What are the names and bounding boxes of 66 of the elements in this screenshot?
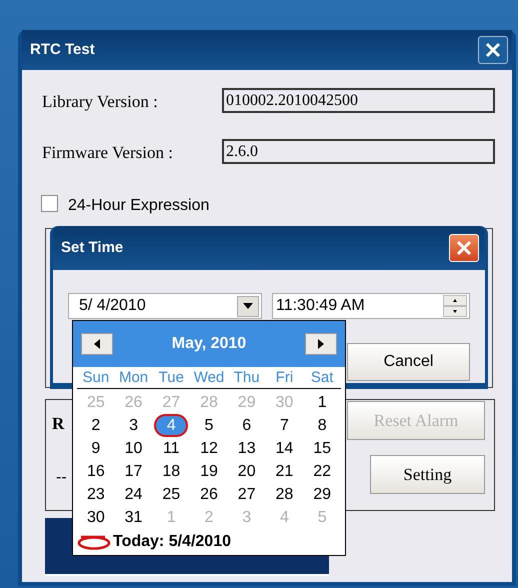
checkbox-label: 24-Hour Expression (68, 196, 210, 216)
window-title: RTC Test (30, 40, 95, 60)
date-value: 5/ 4/2010 (79, 296, 146, 316)
button[interactable]: Setting (370, 455, 485, 494)
calendar-day[interactable]: 10 (122, 439, 144, 458)
date-picker[interactable]: 5/ 4/2010 (68, 293, 262, 319)
next-month-button[interactable] (304, 333, 337, 355)
weekday-label: Thu (232, 368, 261, 388)
today-marker-icon (77, 534, 111, 550)
weekday-label: Sun (82, 368, 110, 388)
alarm-value: -- (56, 468, 67, 488)
calendar-day[interactable]: 18 (160, 462, 182, 481)
group-label: R (52, 413, 64, 435)
month-title: May, 2010 (172, 334, 246, 354)
close-icon (485, 42, 501, 58)
calendar-day[interactable]: 2 (89, 416, 102, 435)
calendar-day[interactable]: 13 (236, 439, 258, 458)
close-button[interactable] (449, 234, 479, 262)
cancel-button[interactable]: Cancel (347, 343, 470, 381)
calendar-day[interactable]: 16 (84, 462, 107, 481)
calendar-day[interactable]: 11 (160, 439, 182, 458)
calendar-day[interactable]: 24 (122, 485, 144, 504)
calendar-day[interactable]: 22 (311, 462, 334, 481)
weekday-label: Sat (310, 368, 334, 388)
left-arrow-icon (94, 339, 100, 349)
calendar-day[interactable]: 21 (274, 462, 296, 481)
calendar-day[interactable]: 5 (202, 416, 216, 435)
time-field[interactable]: 11:30:49 AM (272, 293, 470, 319)
calendar-day[interactable]: 28 (274, 485, 296, 504)
calendar-day[interactable]: 14 (274, 439, 296, 458)
today-link[interactable]: Today: 5/4/2010 (113, 530, 231, 554)
calendar-day[interactable]: 30 (84, 508, 107, 527)
weekday-label: Tue (158, 368, 185, 388)
calendar-day[interactable]: 26 (198, 485, 220, 504)
close-icon (456, 240, 472, 256)
calendar-day[interactable]: 19 (198, 462, 220, 481)
calendar-day[interactable]: 7 (278, 416, 291, 435)
calendar-day[interactable]: 8 (316, 416, 329, 435)
calendar-day[interactable]: 3 (127, 416, 140, 435)
read-only-field: 2.6.0 (222, 139, 495, 164)
field-label: Library Version : (42, 91, 158, 113)
dialog-title: Set Time (61, 238, 124, 258)
calendar-day[interactable]: 17 (122, 462, 144, 481)
read-only-field: 010002.2010042500 (222, 88, 495, 113)
time-value: 11:30:49 AM (276, 296, 365, 316)
weekday-label: Mon (118, 368, 150, 388)
field-label: Firmware Version : (42, 142, 173, 164)
calendar-day[interactable]: 31 (122, 508, 144, 527)
calendar-day[interactable]: 6 (240, 416, 254, 435)
right-arrow-icon (318, 339, 324, 349)
previous-month-button[interactable] (81, 333, 113, 355)
calendar-day[interactable]: 23 (84, 485, 107, 504)
calendar-day[interactable]: 29 (311, 485, 334, 504)
dropdown-arrow-icon[interactable] (243, 303, 253, 309)
checkbox[interactable] (41, 195, 58, 212)
calendar-day[interactable]: 15 (311, 439, 334, 458)
weekday-label: Wed (192, 368, 226, 388)
calendar-day[interactable]: 1 (316, 393, 329, 412)
calendar-day[interactable]: 12 (198, 439, 220, 458)
close-button[interactable] (478, 36, 508, 64)
calendar-day[interactable]: 9 (89, 439, 102, 458)
weekday-label: Fri (274, 368, 294, 388)
spin-buttons-icon[interactable] (443, 295, 467, 317)
calendar-day[interactable]: 25 (160, 485, 182, 504)
calendar-day[interactable]: 20 (236, 462, 258, 481)
calendar-day[interactable]: 27 (236, 485, 258, 504)
